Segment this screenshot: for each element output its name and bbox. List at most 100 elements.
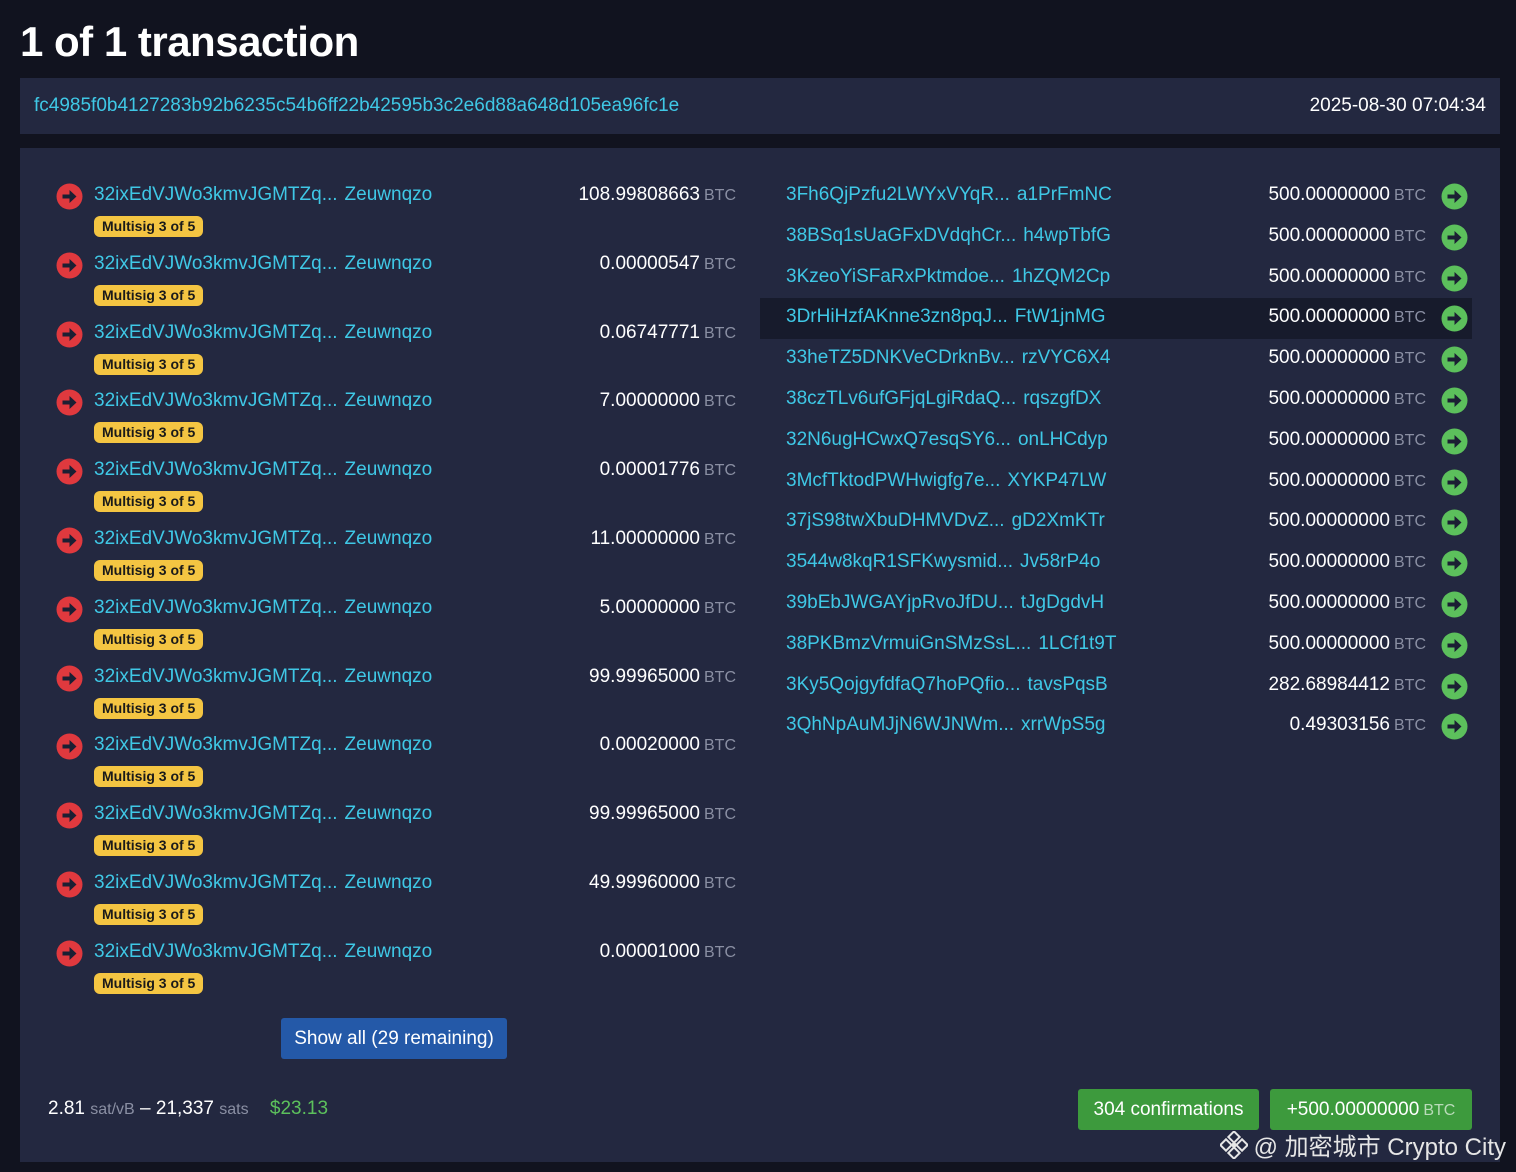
- fee-separator: –: [140, 1098, 151, 1119]
- address-tail: Zeuwnqzo: [344, 665, 433, 687]
- output-address-link[interactable]: 3544w8kqR1SFKwysmid... Jv58rP4o: [786, 551, 1100, 573]
- amount-value: 7.00000000: [599, 390, 700, 412]
- multisig-badge: Multisig 3 of 5: [94, 284, 204, 306]
- address-head: 32ixEdVJWo3kmvJGMTZq...: [94, 665, 338, 687]
- input-row: 32ixEdVJWo3kmvJGMTZq... Zeuwnqzo Multisig …: [56, 799, 736, 868]
- total-amount-unit: BTC: [1423, 1101, 1456, 1119]
- input-address-link[interactable]: 32ixEdVJWo3kmvJGMTZq... Zeuwnqzo: [94, 666, 432, 688]
- outputs-list: 3Fh6QjPzfu2LWYxVYqR... a1PrFmNC 500.000000…: [760, 176, 1472, 747]
- fee-sats-unit: sats: [219, 1101, 249, 1118]
- output-amount: 500.00000000 BTC: [1268, 429, 1426, 451]
- output-arrow-icon[interactable]: [1441, 305, 1468, 332]
- address-tail: a1PrFmNC: [1016, 184, 1112, 205]
- output-address-link[interactable]: 3KzeoYiSFaRxPktmdoe... 1hZQM2Cp: [786, 266, 1110, 288]
- input-address-link[interactable]: 32ixEdVJWo3kmvJGMTZq... Zeuwnqzo: [94, 803, 432, 825]
- input-address-link[interactable]: 32ixEdVJWo3kmvJGMTZq... Zeuwnqzo: [94, 253, 432, 275]
- input-arrow-icon[interactable]: [56, 871, 83, 898]
- address-tail: Zeuwnqzo: [344, 252, 433, 274]
- fee-fiat: $23.13: [269, 1098, 329, 1119]
- show-all-button[interactable]: Show all (29 remaining): [281, 1018, 507, 1059]
- input-arrow-icon[interactable]: [56, 389, 83, 416]
- input-address-link[interactable]: 32ixEdVJWo3kmvJGMTZq... Zeuwnqzo: [94, 734, 432, 756]
- output-amount: 0.49303156 BTC: [1290, 714, 1426, 736]
- input-arrow-icon[interactable]: [56, 802, 83, 829]
- watermark-text: @ 加密城市 Crypto City: [1253, 1134, 1506, 1161]
- amount-unit: BTC: [1394, 309, 1426, 327]
- amount-value: 108.99808663: [578, 184, 700, 205]
- address-head: 32ixEdVJWo3kmvJGMTZq...: [94, 184, 338, 205]
- input-row: 32ixEdVJWo3kmvJGMTZq... Zeuwnqzo Multisig …: [56, 730, 736, 799]
- output-address-link[interactable]: 37jS98twXbuDHMVDvZ... gD2XmKTr: [786, 510, 1105, 532]
- output-amount: 500.00000000 BTC: [1268, 633, 1426, 655]
- output-arrow-icon[interactable]: [1441, 265, 1468, 292]
- output-address-link[interactable]: 3DrHiHzfAKnne3zn8pqJ... FtW1jnMG: [786, 306, 1106, 328]
- address-head: 32ixEdVJWo3kmvJGMTZq...: [94, 527, 338, 549]
- amount-unit: BTC: [704, 874, 736, 892]
- input-address-link[interactable]: 32ixEdVJWo3kmvJGMTZq... Zeuwnqzo: [94, 390, 432, 412]
- input-arrow-icon[interactable]: [56, 940, 83, 967]
- input-address-link[interactable]: 32ixEdVJWo3kmvJGMTZq... Zeuwnqzo: [94, 528, 432, 550]
- address-tail: Jv58rP4o: [1020, 551, 1101, 573]
- input-arrow-icon[interactable]: [56, 733, 83, 760]
- input-row: 32ixEdVJWo3kmvJGMTZq... Zeuwnqzo Multisig …: [56, 868, 736, 937]
- output-arrow-icon[interactable]: [1441, 428, 1468, 455]
- multisig-badge: Multisig 3 of 5: [94, 422, 204, 444]
- output-address-link[interactable]: 32N6ugHCwxQ7esqSY6... onLHCdyp: [786, 429, 1108, 451]
- input-address-link[interactable]: 32ixEdVJWo3kmvJGMTZq... Zeuwnqzo: [94, 322, 432, 344]
- address-tail: rzVYC6X4: [1021, 347, 1111, 369]
- total-amount-button[interactable]: +500.00000000 BTC: [1270, 1089, 1472, 1130]
- output-address-link[interactable]: 38PKBmzVrmuiGnSMzSsL... 1LCf1t9T: [786, 633, 1116, 655]
- output-address-link[interactable]: 3McfTktodPWHwigfg7e... XYKP47LW: [786, 470, 1106, 492]
- amount-value: 500.00000000: [1268, 224, 1390, 246]
- input-amount: 108.99808663 BTC: [578, 184, 736, 206]
- amount-value: 0.06747771: [599, 321, 700, 343]
- amount-value: 99.99965000: [589, 803, 700, 825]
- input-arrow-icon[interactable]: [56, 665, 83, 692]
- amount-value: 500.00000000: [1268, 387, 1390, 409]
- input-arrow-icon[interactable]: [56, 458, 83, 485]
- output-address-link[interactable]: 33heTZ5DNKVeCDrknBv... rzVYC6X4: [786, 347, 1111, 369]
- output-address-link[interactable]: 39bEbJWGAYjpRvoJfDU... tJgDgdvH: [786, 592, 1104, 614]
- amount-value: 0.00001000: [599, 940, 700, 962]
- multisig-badge: Multisig 3 of 5: [94, 835, 204, 857]
- output-row: 3QhNpAuMJjN6WJNWm... xrrWpS5g 0.49303156 BT…: [760, 706, 1472, 747]
- input-address-link[interactable]: 32ixEdVJWo3kmvJGMTZq... Zeuwnqzo: [94, 941, 432, 963]
- output-arrow-icon[interactable]: [1441, 509, 1468, 536]
- amount-value: 49.99960000: [589, 871, 700, 893]
- input-arrow-icon[interactable]: [56, 252, 83, 279]
- output-address-link[interactable]: 38BSq1sUaGFxDVdqhCr... h4wpTbfG: [786, 225, 1111, 247]
- output-arrow-icon[interactable]: [1441, 550, 1468, 577]
- input-address-link[interactable]: 32ixEdVJWo3kmvJGMTZq... Zeuwnqzo: [94, 184, 432, 206]
- output-arrow-icon[interactable]: [1441, 183, 1468, 210]
- page-title: 1 of 1 transaction: [20, 18, 359, 65]
- output-arrow-icon[interactable]: [1441, 346, 1468, 373]
- watermark: @ 加密城市 Crypto City: [1219, 1127, 1506, 1162]
- input-arrow-icon[interactable]: [56, 596, 83, 623]
- input-arrow-icon[interactable]: [56, 321, 83, 348]
- output-arrow-icon[interactable]: [1441, 673, 1468, 700]
- input-address-link[interactable]: 32ixEdVJWo3kmvJGMTZq... Zeuwnqzo: [94, 872, 432, 894]
- address-tail: Zeuwnqzo: [344, 803, 433, 825]
- txid-link[interactable]: fc4985f0b4127283b92b6235c54b6ff22b42595b…: [34, 95, 679, 117]
- confirmations-button[interactable]: 304 confirmations: [1078, 1089, 1259, 1130]
- output-arrow-icon[interactable]: [1441, 713, 1468, 740]
- output-address-link[interactable]: 3QhNpAuMJjN6WJNWm... xrrWpS5g: [786, 714, 1106, 736]
- input-row: 32ixEdVJWo3kmvJGMTZq... Zeuwnqzo Multisig …: [56, 386, 736, 455]
- output-arrow-icon[interactable]: [1441, 387, 1468, 414]
- input-address-link[interactable]: 32ixEdVJWo3kmvJGMTZq... Zeuwnqzo: [94, 459, 432, 481]
- output-address-link[interactable]: 38czTLv6ufGFjqLgiRdaQ... rqszgfDX: [786, 388, 1101, 410]
- amount-unit: BTC: [1394, 676, 1426, 694]
- amount-unit: BTC: [1394, 268, 1426, 286]
- output-arrow-icon[interactable]: [1441, 591, 1468, 618]
- amount-value: 500.00000000: [1268, 510, 1390, 532]
- output-arrow-icon[interactable]: [1441, 224, 1468, 251]
- input-address-link[interactable]: 32ixEdVJWo3kmvJGMTZq... Zeuwnqzo: [94, 597, 432, 619]
- amount-unit: BTC: [1394, 472, 1426, 490]
- input-row: 32ixEdVJWo3kmvJGMTZq... Zeuwnqzo Multisig …: [56, 455, 736, 524]
- output-address-link[interactable]: 3Ky5QojgyfdfaQ7hoPQfio... tavsPqsB: [786, 674, 1108, 696]
- output-arrow-icon[interactable]: [1441, 469, 1468, 496]
- output-address-link[interactable]: 3Fh6QjPzfu2LWYxVYqR... a1PrFmNC: [786, 184, 1112, 206]
- input-arrow-icon[interactable]: [56, 183, 83, 210]
- input-arrow-icon[interactable]: [56, 527, 83, 554]
- output-arrow-icon[interactable]: [1441, 632, 1468, 659]
